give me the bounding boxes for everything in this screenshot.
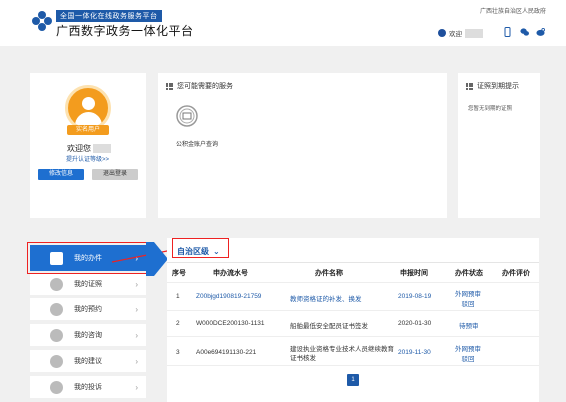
row-name[interactable]: 教师资格证的补发、换发 xyxy=(290,293,362,303)
license-title: 证照到期提示 xyxy=(477,83,519,90)
row-date: 2019-11-30 xyxy=(398,349,431,356)
services-panel: 您可能需要的服务 公积金账户查询 xyxy=(158,73,447,218)
services-title-row: 您可能需要的服务 xyxy=(166,81,233,91)
header: 全国一体化在线政务服务平台 广西数字政务一体化平台 广西壮族自治区人民政府 欢迎 xyxy=(0,0,566,46)
welcome-text: 欢迎您 xyxy=(67,143,111,154)
row-name[interactable]: 船舶最低安全配员证书签发 xyxy=(290,320,368,330)
row-status[interactable]: 外网预审驳回 xyxy=(453,343,483,363)
table-row[interactable]: 1 Z00bjgd190819-21759 教师资格证的补发、换发 2019-0… xyxy=(167,282,539,310)
welcome-text: 欢迎 xyxy=(449,31,462,38)
sidebar-item-my-appointments[interactable]: 我的预约 › xyxy=(30,298,146,320)
sidebar-item-label: 我的咨询 xyxy=(74,332,102,339)
grid-icon xyxy=(166,82,173,90)
profile-panel: 实名用户 欢迎您 提升认证等级>> 修改信息 退出登录 xyxy=(30,73,146,218)
sidebar-item-my-consultations[interactable]: 我的咨询 › xyxy=(30,324,146,346)
row-serial[interactable]: W000DCE200130-1131 xyxy=(196,320,265,327)
chevron-right-icon: › xyxy=(135,356,138,366)
logout-button[interactable]: 退出登录 xyxy=(92,169,138,180)
masked-username xyxy=(93,144,111,153)
fund-icon xyxy=(176,105,198,127)
row-index: 2 xyxy=(176,320,180,327)
edit-info-button[interactable]: 修改信息 xyxy=(38,169,84,180)
chevron-right-icon: › xyxy=(135,382,138,392)
table-row[interactable]: 2 W000DCE200130-1131 船舶最低安全配员证书签发 2020-0… xyxy=(167,310,539,336)
wechat-icon[interactable] xyxy=(520,27,529,37)
cases-panel: 自治区级 ⌄ 序号 申办流水号 办件名称 申报时间 办件状态 办件评价 1 Z0… xyxy=(167,238,539,402)
grid-icon xyxy=(466,82,473,90)
gov-link[interactable]: 广西壮族自治区人民政府 xyxy=(480,6,546,15)
divider xyxy=(167,262,539,263)
blue-arrow-shape xyxy=(146,242,168,276)
chevron-right-icon: › xyxy=(135,304,138,314)
sidebar-item-my-complaints[interactable]: 我的投诉 › xyxy=(30,376,146,398)
row-name-line2[interactable]: 证书核发 xyxy=(290,352,316,362)
col-header-rating: 办件评价 xyxy=(502,270,530,277)
services-title: 您可能需要的服务 xyxy=(177,83,233,90)
suggestion-icon xyxy=(50,354,63,368)
sidebar-item-label: 我的证照 xyxy=(74,281,102,288)
row-status[interactable]: 待预审 xyxy=(459,320,479,330)
row-date: 2020-01-30 xyxy=(398,320,432,327)
col-header-serial: 申办流水号 xyxy=(213,270,248,277)
user-icon xyxy=(438,29,446,37)
site-title: 广西数字政务一体化平台 xyxy=(56,24,194,38)
mobile-icon[interactable] xyxy=(503,27,512,37)
weibo-icon[interactable] xyxy=(536,27,545,37)
col-header-date: 申报时间 xyxy=(400,270,428,277)
row-serial[interactable]: Z00bjgd190819-21759 xyxy=(196,293,261,300)
sidebar-item-my-licenses[interactable]: 我的证照 › xyxy=(30,273,146,295)
calendar-icon xyxy=(50,302,63,316)
service-label: 公积金账户查询 xyxy=(176,142,219,148)
sidebar-item-label: 我的预约 xyxy=(74,306,102,313)
verified-badge: 实名用户 xyxy=(67,125,109,135)
license-title-row: 证照到期提示 xyxy=(466,81,519,91)
sidebar-item-my-suggestions[interactable]: 我的建议 › xyxy=(30,350,146,372)
row-serial[interactable]: A00e694191130-221 xyxy=(196,349,256,356)
row-index: 3 xyxy=(176,349,180,356)
license-reminder-panel: 证照到期提示 您暂无到期的证照 xyxy=(458,73,540,218)
table-row[interactable]: 3 A00e694191130-221 建设执业资格专业技术人员继续教育 证书核… xyxy=(167,336,539,366)
chevron-right-icon: › xyxy=(135,330,138,340)
upgrade-link[interactable]: 提升认证等级>> xyxy=(66,154,109,163)
row-index: 1 xyxy=(176,293,180,300)
license-icon xyxy=(50,277,63,291)
user-area[interactable]: 欢迎 xyxy=(438,28,483,38)
col-header-index: 序号 xyxy=(172,270,186,277)
logo-icon xyxy=(32,11,52,31)
row-date: 2019-08-19 xyxy=(398,293,432,300)
complaint-icon xyxy=(50,380,63,394)
chevron-right-icon: › xyxy=(135,279,138,289)
license-empty-text: 您暂无到期的证照 xyxy=(468,106,513,112)
welcome-label: 欢迎您 xyxy=(67,144,91,153)
col-header-name: 办件名称 xyxy=(315,270,343,277)
highlight-box-region xyxy=(172,238,229,258)
consult-icon xyxy=(50,328,63,342)
masked-username xyxy=(465,28,483,38)
row-status[interactable]: 外网预审驳回 xyxy=(453,288,483,308)
platform-name: 全国一体化在线政务服务平台 xyxy=(56,10,162,22)
col-header-status: 办件状态 xyxy=(455,270,483,277)
sidebar-item-label: 我的建议 xyxy=(74,358,102,365)
sidebar-item-label: 我的投诉 xyxy=(74,384,102,391)
page-button[interactable]: 1 xyxy=(347,374,359,386)
